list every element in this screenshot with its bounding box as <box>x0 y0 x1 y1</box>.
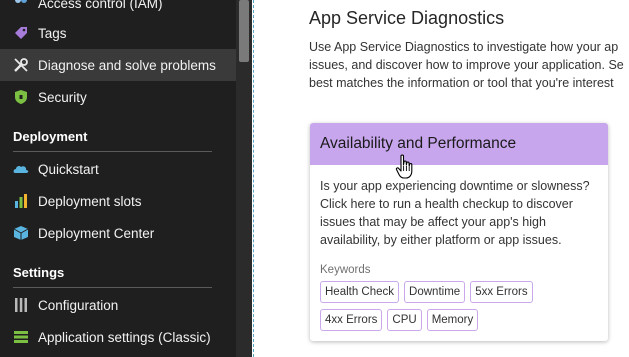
list-icon <box>12 328 30 346</box>
sidebar-item-app-settings-classic[interactable]: Application settings (Classic) <box>0 321 236 353</box>
card-text-line: issues that may be affect your app's hig… <box>320 215 546 229</box>
description-line: issues, and discover how to improve your… <box>309 58 624 72</box>
keyword-chip: 4xx Errors <box>320 309 383 331</box>
people-icon <box>12 0 30 12</box>
card-title[interactable]: Availability and Performance <box>310 123 608 165</box>
section-divider <box>13 287 212 288</box>
keyword-chip: 5xx Errors <box>470 281 533 303</box>
sidebar-item-quickstart[interactable]: Quickstart <box>0 153 236 185</box>
sidebar-item-label: Deployment slots <box>38 193 142 209</box>
keyword-chip: Health Check <box>320 281 400 303</box>
availability-performance-card[interactable]: Availability and Performance Is your app… <box>310 123 608 341</box>
card-text-line: Click here to run a health checkup to di… <box>320 197 573 211</box>
keywords-row: Health Check Downtime 5xx Errors <box>320 281 598 303</box>
sidebar-item-label: Access control (IAM) <box>38 0 163 11</box>
main-content: App Service Diagnostics Use App Service … <box>255 0 629 357</box>
page-title: App Service Diagnostics <box>309 8 505 28</box>
page-description: Use App Service Diagnostics to investiga… <box>309 38 629 92</box>
sidebar-item-label: Tags <box>38 25 67 41</box>
cloud-icon <box>12 160 30 178</box>
sidebar-item-deployment-center[interactable]: Deployment Center <box>0 217 236 249</box>
sidebar-item-label: Application settings (Classic) <box>38 329 211 345</box>
card-text-line: Is your app experiencing downtime or slo… <box>320 179 590 193</box>
wrench-icon <box>12 56 30 74</box>
description-line: Use App Service Diagnostics to investiga… <box>309 40 619 54</box>
slots-icon <box>12 192 30 210</box>
sidebar-item-label: Diagnose and solve problems <box>38 57 216 73</box>
sidebar-scrollbar[interactable] <box>236 0 252 357</box>
sidebar: Access control (IAM) Tags Diagnose and s… <box>0 0 236 357</box>
sidebar-item-configuration[interactable]: Configuration <box>0 289 236 321</box>
keywords-row: 4xx Errors CPU Memory <box>320 309 598 331</box>
card-text-line: availability, by either platform or app … <box>320 233 562 247</box>
sidebar-item-deployment-slots[interactable]: Deployment slots <box>0 185 236 217</box>
sidebar-item-security[interactable]: Security <box>0 81 236 113</box>
section-divider <box>13 151 212 152</box>
sidebar-item-diagnose[interactable]: Diagnose and solve problems <box>0 49 236 81</box>
sidebar-item-tags[interactable]: Tags <box>0 17 236 49</box>
section-header-settings: Settings <box>13 265 65 280</box>
sidebar-item-label: Deployment Center <box>38 225 155 241</box>
keyword-chip: Downtime <box>404 281 466 303</box>
keywords-label: Keywords <box>320 264 371 276</box>
card-body: Is your app experiencing downtime or slo… <box>310 165 608 331</box>
sidebar-item-label: Configuration <box>38 297 119 313</box>
keyword-chip: CPU <box>387 309 422 331</box>
sidebar-item-label: Security <box>38 89 87 105</box>
bars-icon <box>12 296 30 314</box>
shield-icon <box>12 88 30 106</box>
cube-icon <box>12 224 30 242</box>
sidebar-item-label: Quickstart <box>38 161 99 177</box>
section-header-deployment: Deployment <box>13 129 88 144</box>
keyword-chip: Memory <box>426 309 479 331</box>
tag-icon <box>12 24 30 42</box>
hand-cursor-icon <box>395 154 413 179</box>
description-line: best matches the information or tool tha… <box>309 76 614 90</box>
scrollbar-thumb[interactable] <box>239 0 249 62</box>
